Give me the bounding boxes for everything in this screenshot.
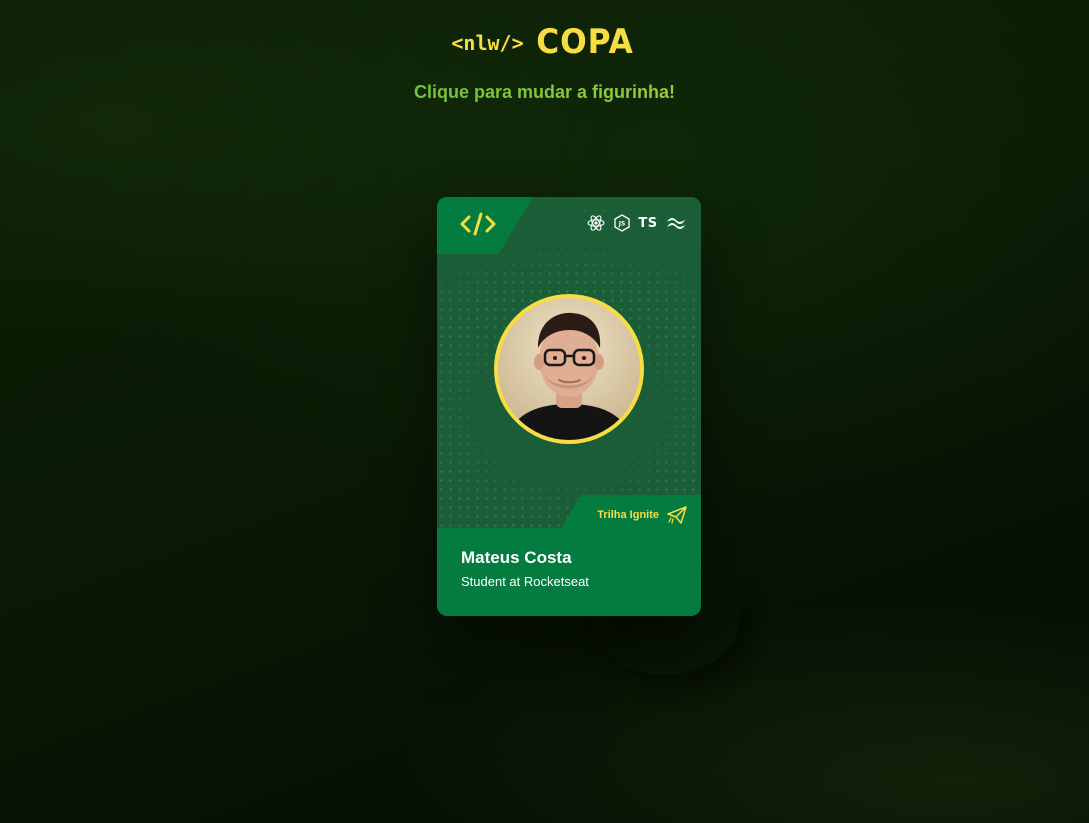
sticker-card[interactable]: JS TS Trilha Ignite Mateus Costa Student… [437,197,701,616]
tailwind-icon [665,214,687,232]
svg-text:JS: JS [618,221,626,228]
track-badge: Trilha Ignite [597,506,687,524]
avatar [494,294,644,444]
app-logo: <nlw/> COPA [0,22,1089,62]
typescript-icon: TS [638,215,658,231]
paper-plane-icon [667,506,687,524]
track-label: Trilha Ignite [597,509,659,521]
logo-word: COPA [535,22,634,62]
person-name: Mateus Costa [461,548,572,567]
tech-icons: JS TS [587,214,687,232]
nodejs-icon: JS [613,214,631,232]
logo-tag: <nlw/> [451,31,524,55]
code-icon [460,212,496,236]
person-role: Student at Rocketseat [461,574,589,589]
react-icon [587,214,605,232]
instruction-text: Clique para mudar a figurinha! [0,82,1089,103]
